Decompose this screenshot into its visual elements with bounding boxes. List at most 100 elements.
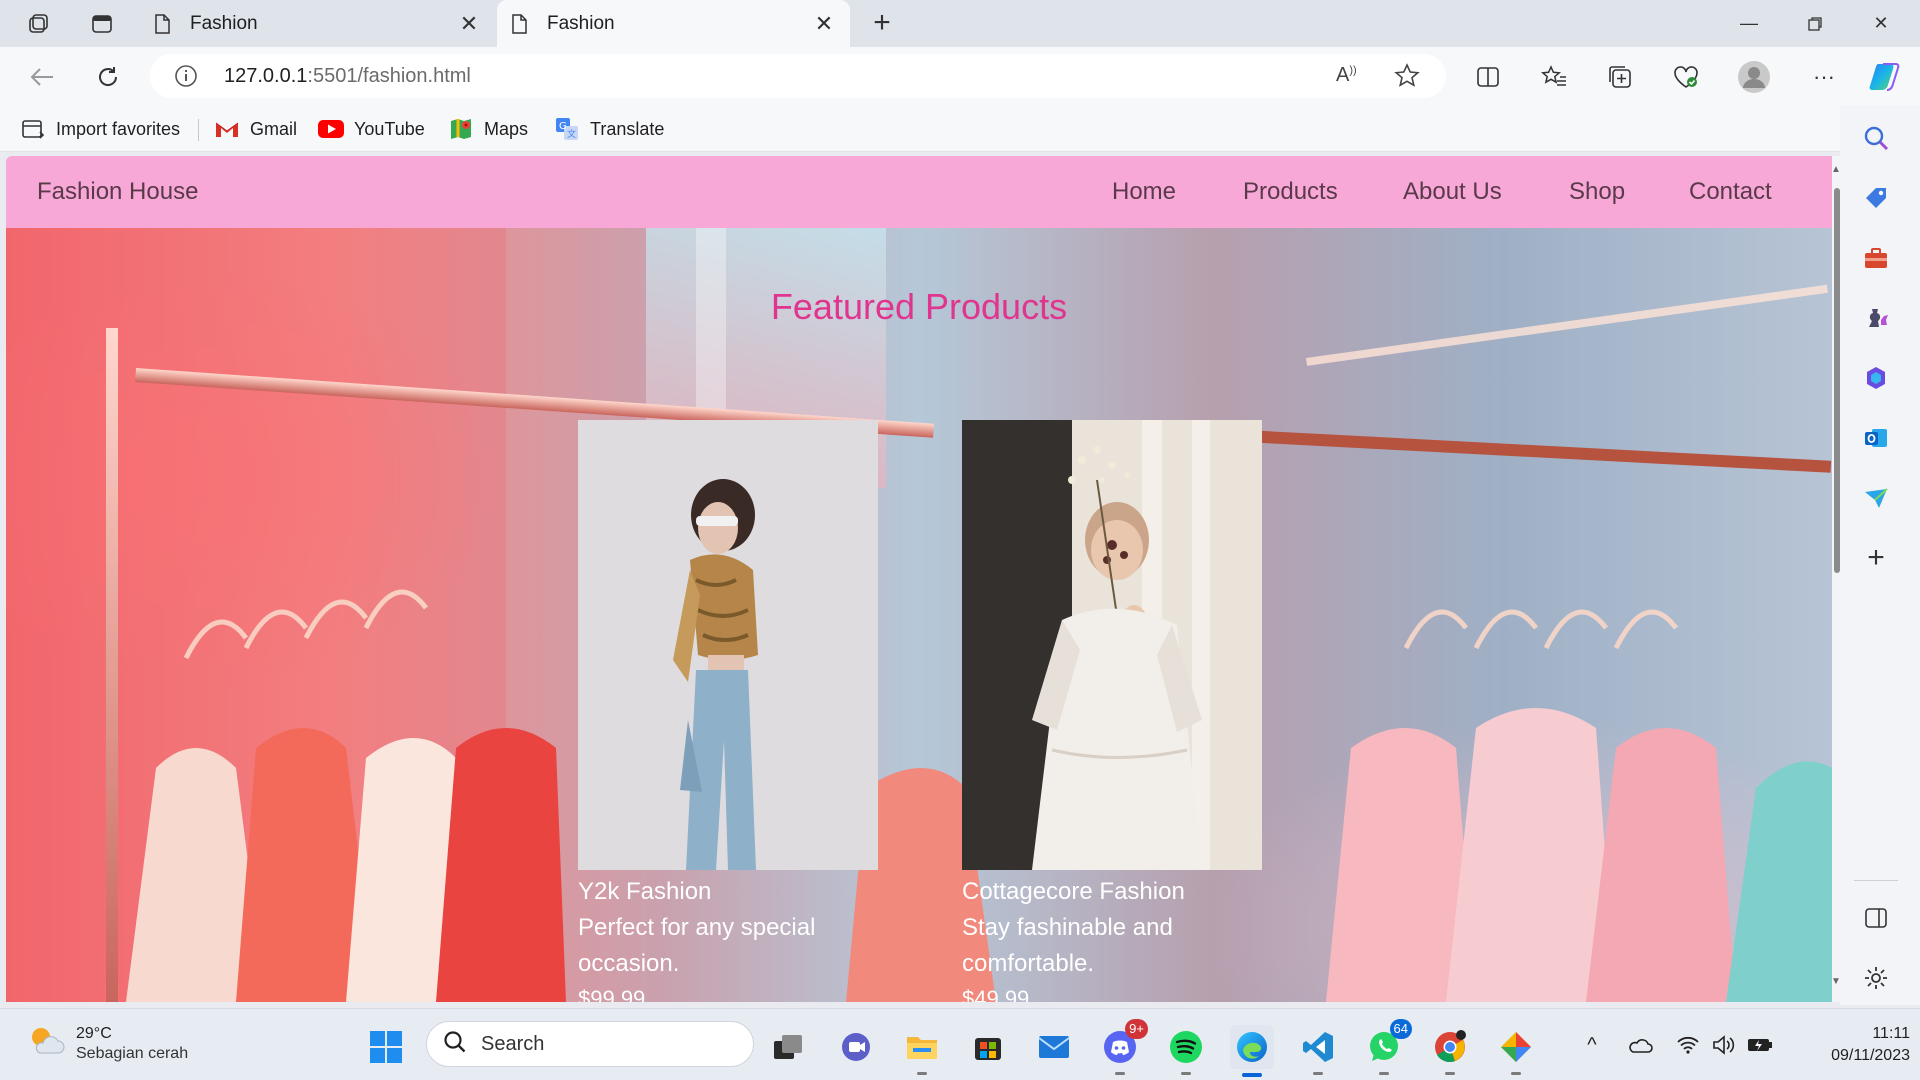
product-card[interactable]: Y2k Fashion Perfect for any special occa… [578,420,878,1002]
taskbar-search[interactable]: Search [426,1021,754,1067]
sidebar-settings-icon[interactable] [1858,960,1894,996]
task-view-icon[interactable] [766,1025,810,1069]
edge-browser-icon[interactable] [1230,1025,1274,1077]
profile-avatar[interactable] [1734,57,1774,97]
new-tab-button[interactable]: + [864,6,900,42]
active-indicator [1242,1073,1262,1077]
product-image-y2k[interactable] [578,420,878,870]
gmail-icon [214,117,240,141]
sidebar-search-icon[interactable] [1858,120,1894,156]
add-sidebar-app-icon[interactable]: + [1858,540,1894,576]
tab-strip: Fashion ✕ Fashion ✕ + — ✕ [0,0,1920,47]
outlook-icon[interactable] [1858,420,1894,456]
search-label: Search [481,1032,545,1055]
product-card[interactable]: Cottagecore Fashion Stay fashinable and … [962,420,1262,1002]
nav-shop[interactable]: Shop [1569,178,1625,206]
favorite-import[interactable]: Import favorites [20,115,180,143]
favorites-icon[interactable] [1534,57,1574,97]
microsoft-store-icon[interactable] [966,1025,1010,1069]
close-tab-icon[interactable]: ✕ [457,11,481,37]
url-text: 127.0.0.1:5501/fashion.html [224,64,471,87]
start-button-icon[interactable] [364,1025,408,1069]
vscode-icon[interactable] [1296,1025,1340,1075]
favorite-gmail[interactable]: Gmail [214,115,297,143]
page-viewport: Fashion House Home Products About Us Sho… [6,156,1832,1002]
browser-essentials-icon[interactable] [1666,57,1706,97]
workspaces-icon[interactable] [20,8,56,40]
clock-date: 09/11/2023 [1831,1047,1910,1064]
favorite-label: YouTube [354,118,425,139]
shopping-tag-icon[interactable] [1858,180,1894,216]
page-icon [511,13,533,34]
more-options-icon[interactable]: ··· [1804,57,1844,97]
colorful-app-icon[interactable] [1494,1025,1538,1075]
browser-tab-active[interactable]: Fashion ✕ [497,0,850,47]
drop-send-icon[interactable] [1858,480,1894,516]
site-navbar: Fashion House Home Products About Us Sho… [6,156,1832,228]
battery-charging-icon[interactable] [1746,1031,1774,1059]
file-explorer-icon[interactable] [900,1025,944,1075]
tab-actions-icon[interactable] [84,8,120,40]
refresh-icon[interactable] [88,57,128,97]
maps-icon [448,117,474,141]
microsoft-365-icon[interactable] [1858,360,1894,396]
spotify-icon[interactable] [1164,1025,1208,1075]
site-brand[interactable]: Fashion House [37,178,198,206]
onedrive-cloud-icon[interactable] [1626,1031,1654,1059]
hero-background: Featured Products Y2k Fashion Perfect fo… [6,228,1832,1002]
discord-icon[interactable]: 9+ [1098,1019,1148,1075]
volume-icon[interactable] [1710,1031,1738,1059]
favorite-label: Translate [590,118,665,139]
running-indicator [1379,1072,1389,1075]
sidebar-divider [1854,880,1898,881]
weather-condition: Sebagian cerah [76,1044,189,1062]
product-price: $99.99 [578,986,646,1002]
address-bar[interactable]: 127.0.0.1:5501/fashion.html A)) [150,54,1446,98]
close-tab-icon[interactable]: ✕ [812,11,836,37]
mail-icon[interactable] [1032,1025,1076,1069]
favorite-star-icon[interactable] [1394,63,1420,94]
restore-icon[interactable] [1782,0,1848,47]
import-icon [20,117,46,141]
hide-sidebar-icon[interactable] [1858,900,1894,936]
search-icon [443,1030,467,1059]
read-aloud-icon[interactable]: A)) [1336,64,1357,87]
weather-sun-cloud-icon [26,1023,66,1064]
chrome-icon[interactable] [1428,1025,1472,1075]
browser-tab-inactive[interactable]: Fashion ✕ [140,0,495,47]
nav-contact[interactable]: Contact [1689,178,1772,206]
close-window-icon[interactable]: ✕ [1848,0,1914,47]
nav-about-us[interactable]: About Us [1403,178,1502,206]
back-icon[interactable] [22,57,62,97]
weather-widget[interactable]: 29°C Sebagian cerah [26,1023,188,1064]
split-screen-icon[interactable] [1468,57,1508,97]
favorites-bar: Import favorites Gmail YouTube Maps G文 T… [0,105,1920,152]
favorite-label: Import favorites [56,118,181,139]
tab-title: Fashion [190,12,258,34]
whatsapp-icon[interactable]: 64 [1362,1019,1412,1075]
wifi-icon[interactable] [1674,1031,1702,1059]
clock-time: 11:11 [1872,1025,1910,1042]
running-indicator [1181,1072,1191,1075]
tools-briefcase-icon[interactable] [1858,240,1894,276]
copilot-icon[interactable] [1866,57,1906,97]
system-clock[interactable]: 11:11 09/11/2023 [1790,1023,1910,1067]
favorite-translate[interactable]: G文 Translate [554,115,664,143]
games-chess-icon[interactable] [1858,300,1894,336]
site-info-icon[interactable] [174,64,198,93]
teams-chat-icon[interactable] [834,1025,878,1069]
show-hidden-icons-chevron-icon[interactable]: ^ [1578,1031,1606,1059]
youtube-icon [318,117,344,141]
cottagecore-model-illustration [962,420,1262,870]
nav-products[interactable]: Products [1243,178,1338,206]
minimize-icon[interactable]: — [1716,0,1782,47]
running-indicator [917,1072,927,1075]
nav-home[interactable]: Home [1112,178,1176,206]
translate-icon: G文 [554,117,580,141]
weather-temperature: 29°C [76,1024,112,1042]
product-image-cottagecore[interactable] [962,420,1262,870]
collections-icon[interactable] [1600,57,1640,97]
favorite-maps[interactable]: Maps [448,115,528,143]
product-price: $49.99 [962,986,1030,1002]
favorite-youtube[interactable]: YouTube [318,115,425,143]
